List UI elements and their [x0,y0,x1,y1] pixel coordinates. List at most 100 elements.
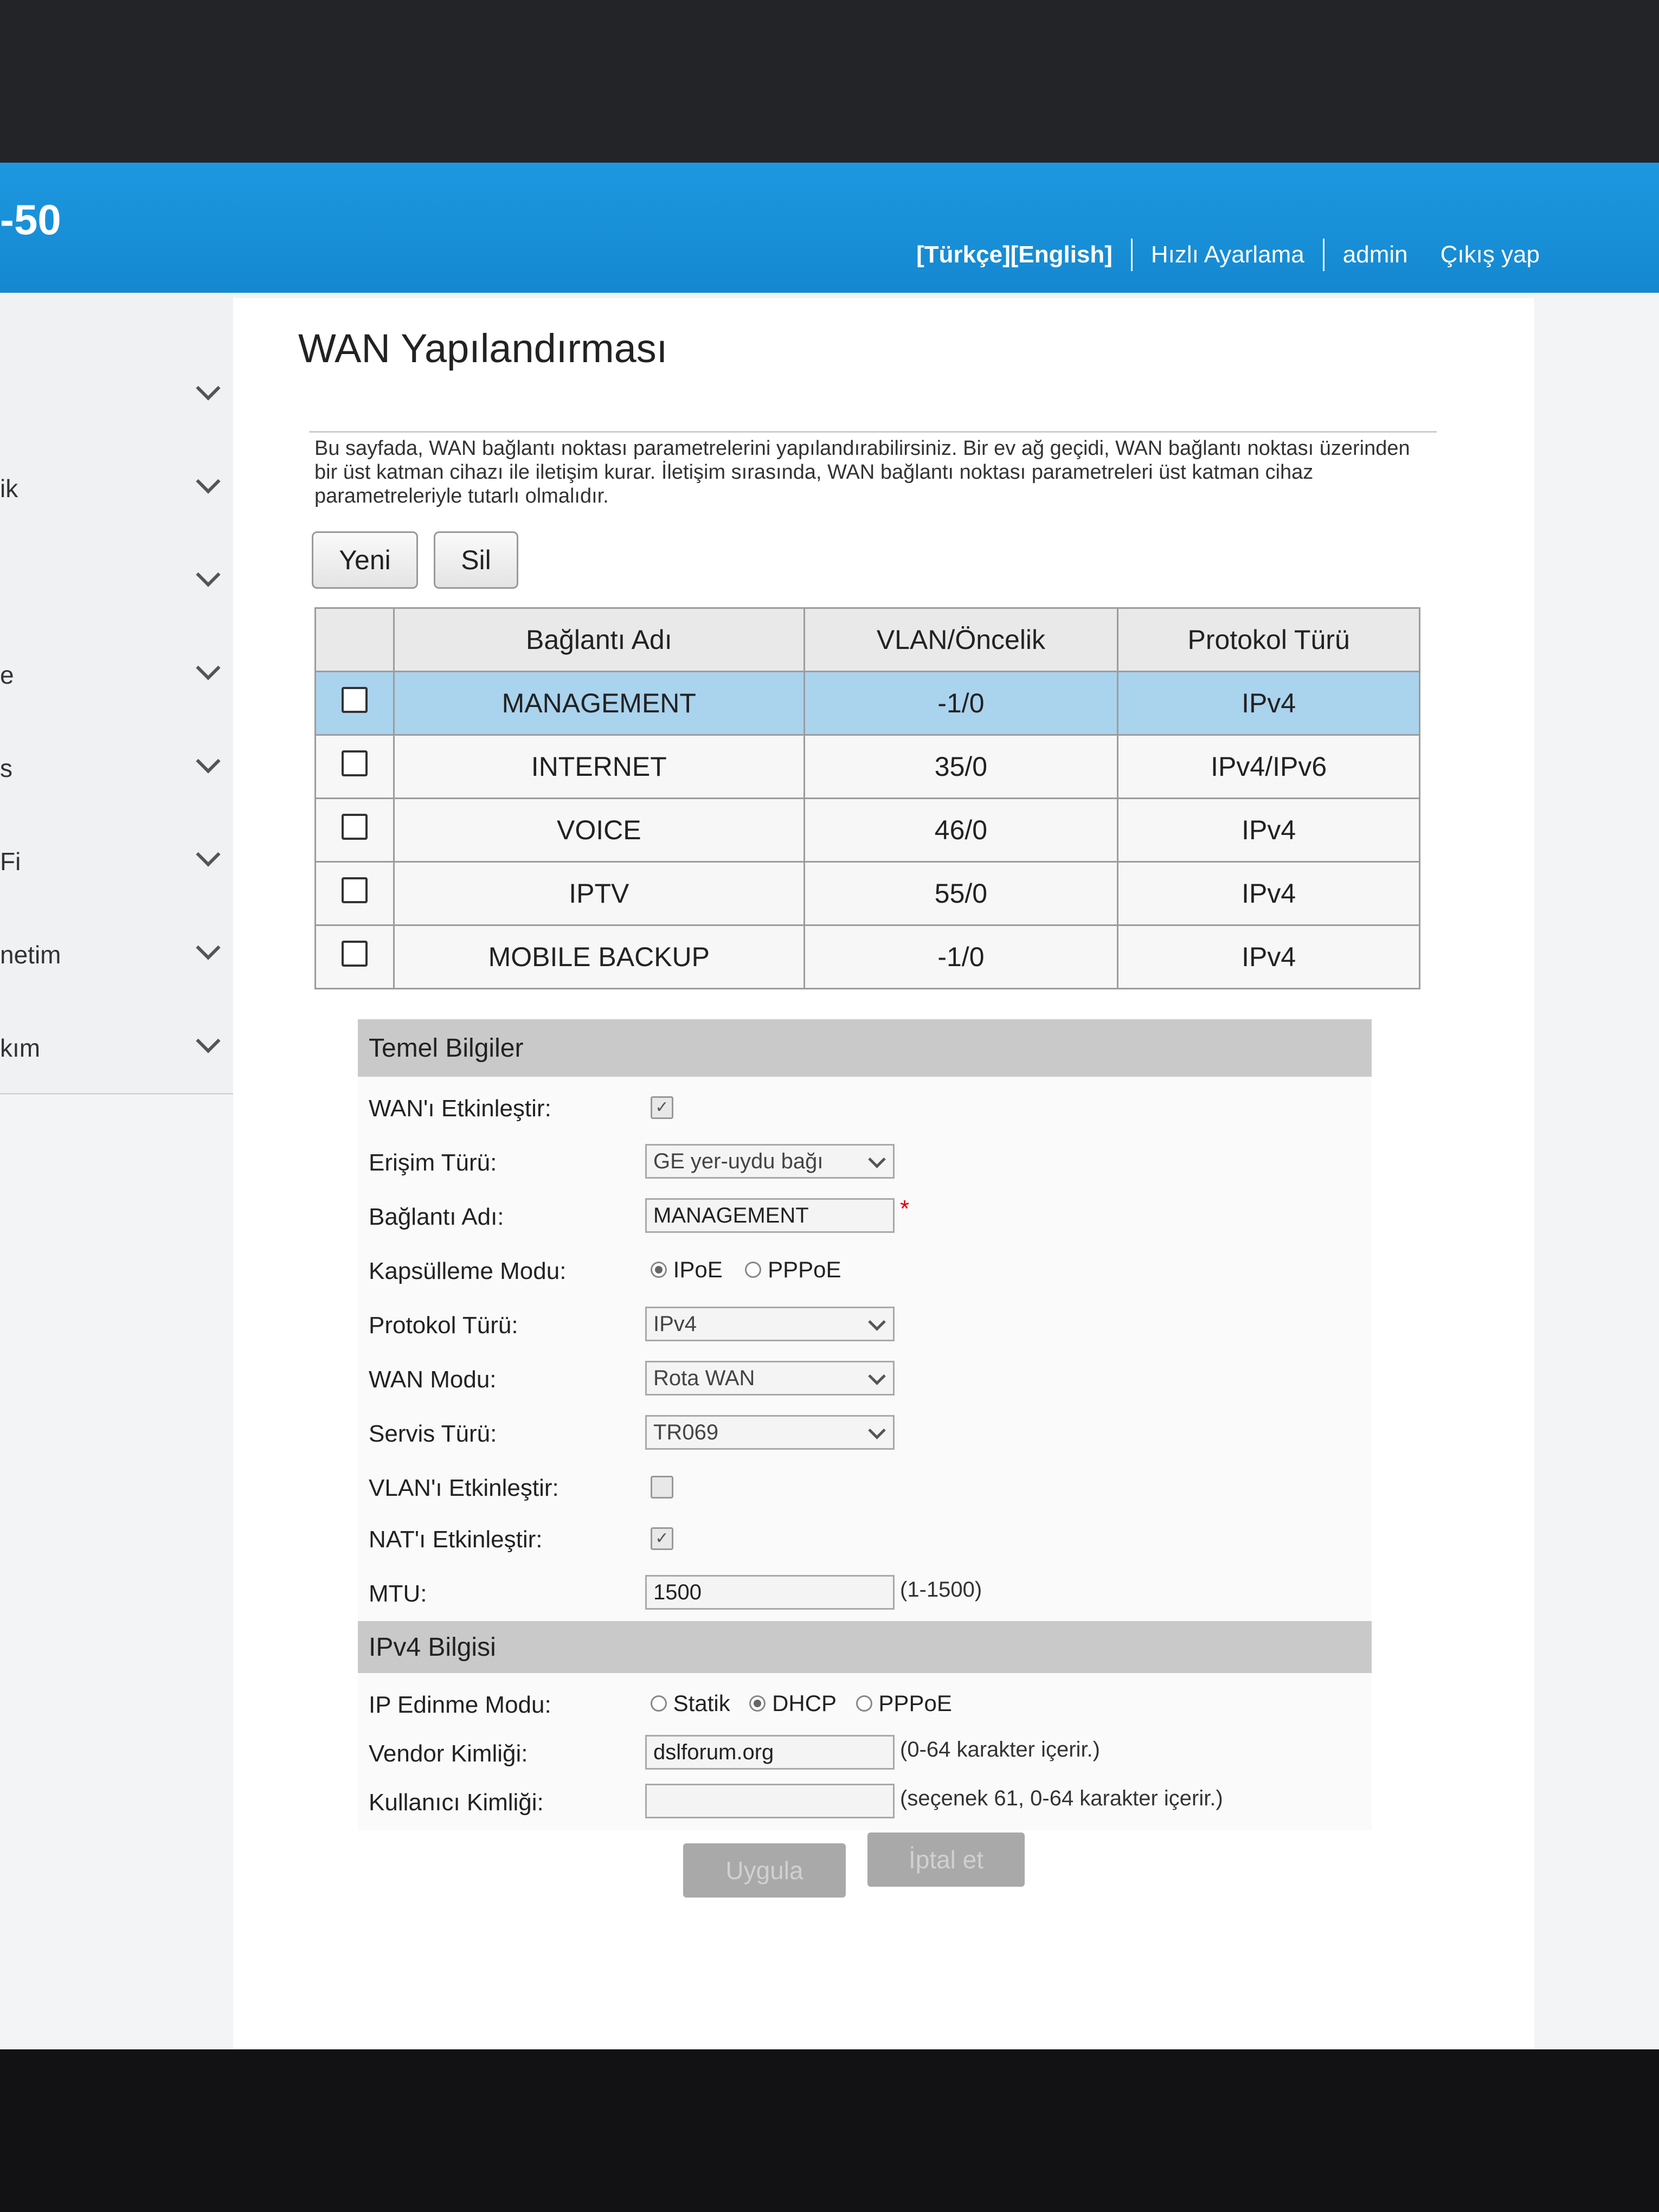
chevron-down-icon [196,842,221,867]
user-name-label: admin [1342,241,1408,268]
user-id-hint: (seçenek 61, 0-64 karakter içerir.) [900,1786,1223,1810]
ipv4-info-section-header: IPv4 Bilgisi [358,1621,1372,1673]
service-type-select[interactable]: TR069 [645,1415,895,1450]
protocol-type-cell: IPv4 [1117,861,1420,926]
page-description: Bu sayfada, WAN bağlantı noktası paramet… [314,437,1410,507]
mtu-input[interactable]: 1500 [645,1575,895,1610]
ip-static-radio[interactable] [651,1695,667,1712]
wan-mode-select[interactable]: Rota WAN [645,1361,895,1396]
page-title: WAN Yapılandırması [298,326,668,371]
nat-enable-checkbox[interactable]: ✓ [651,1527,673,1550]
encap-pppoe-label: PPPoE [768,1256,841,1282]
language-english-link[interactable]: [English] [1011,241,1113,268]
brand-model-text: -50 [0,196,61,243]
header-divider [1322,239,1324,271]
header-links: [Türkçe] [English] Hızlı Ayarlama admin … [916,239,1540,271]
mtu-range-hint: (1-1500) [900,1578,982,1602]
row-select-checkbox[interactable] [342,814,368,840]
user-id-input[interactable] [645,1784,895,1818]
row-select-checkbox[interactable] [342,941,368,967]
sidebar-item-2[interactable]: ik [0,440,233,535]
language-turkish-link[interactable]: [Türkçe] [916,241,1011,268]
service-type-label: Servis Türü: [369,1420,497,1447]
row-select-checkbox[interactable] [342,877,368,903]
row-select-checkbox[interactable] [342,687,368,713]
delete-connection-button[interactable]: Sil [434,531,518,589]
chevron-down-icon [868,1367,886,1385]
vendor-id-input[interactable]: dslforum.org [645,1735,895,1770]
encapsulation-mode-group: IPoE PPPoE [651,1255,841,1283]
sidebar-item-8[interactable]: kım [0,1000,233,1095]
sidebar-item-4[interactable]: e [0,627,233,722]
ip-pppoe-label: PPPoE [878,1690,952,1716]
title-divider [309,431,1437,433]
table-row[interactable]: MANAGEMENT -1/0 IPv4 [314,671,1420,736]
chevron-down-icon [196,1028,221,1053]
apply-button[interactable]: Uygula [683,1843,846,1898]
access-type-label: Erişim Türü: [369,1149,497,1176]
new-connection-button[interactable]: Yeni [312,531,418,589]
connection-name-label: Bağlantı Adı: [369,1204,504,1230]
encap-pppoe-radio[interactable] [745,1261,762,1278]
ip-static-label: Statik [673,1690,730,1716]
wan-enable-checkbox[interactable]: ✓ [651,1096,673,1119]
vlan-enable-checkbox[interactable] [651,1476,673,1499]
encap-ipoe-label: IPoE [673,1256,723,1282]
logout-link[interactable]: Çıkış yap [1441,241,1540,268]
sidebar-item-6[interactable]: Fi [0,813,233,908]
wan-mode-label: WAN Modu: [369,1366,497,1393]
sidebar-item-1[interactable] [0,347,233,442]
access-type-value: GE yer-uydu bağı [653,1149,824,1173]
chevron-down-icon [196,562,221,587]
sidebar-item-label: e [0,661,14,689]
table-row[interactable]: INTERNET 35/0 IPv4/IPv6 [314,734,1420,799]
sidebar-item-7[interactable]: netim [0,906,233,1001]
encap-ipoe-radio[interactable] [651,1261,667,1278]
chevron-down-icon [196,376,221,401]
ip-dhcp-radio[interactable] [749,1695,766,1712]
protocol-type-cell: IPv4/IPv6 [1117,734,1420,799]
column-header-protocol-type: Protokol Türü [1117,607,1420,672]
connection-name-cell: IPTV [393,861,805,926]
encapsulation-mode-label: Kapsülleme Modu: [369,1258,567,1284]
column-header-connection-name: Bağlantı Adı [393,607,805,672]
protocol-type-select[interactable]: IPv4 [645,1307,895,1341]
top-header-bar: -50 [Türkçe] [English] Hızlı Ayarlama ad… [0,163,1659,293]
chevron-down-icon [196,749,221,774]
ip-pppoe-radio[interactable] [856,1695,872,1712]
header-divider [1130,239,1133,271]
vendor-id-label: Vendor Kimliği: [369,1740,528,1767]
connection-name-cell: INTERNET [393,734,805,799]
vlan-enable-label: VLAN'ı Etkinleştir: [369,1475,559,1501]
column-header-vlan-priority: VLAN/Öncelik [803,607,1119,672]
chevron-down-icon [868,1150,886,1168]
connection-name-input[interactable]: MANAGEMENT [645,1198,895,1233]
chevron-down-icon [868,1422,886,1439]
vlan-priority-cell: 46/0 [803,798,1119,863]
monitor-bezel-top [0,0,1659,163]
vlan-priority-cell: 35/0 [803,734,1119,799]
connection-name-cell: MANAGEMENT [393,671,805,736]
table-row[interactable]: VOICE 46/0 IPv4 [314,798,1420,863]
select-column-header [314,607,395,672]
wan-config-form: Temel Bilgiler WAN'ı Etkinleştir: ✓ Eriş… [358,1019,1372,1832]
cancel-button[interactable]: İptal et [867,1832,1025,1887]
ip-dhcp-label: DHCP [772,1690,837,1716]
wan-enable-label: WAN'ı Etkinleştir: [369,1095,551,1122]
wan-connections-table: Bağlantı Adı VLAN/Öncelik Protokol Türü … [314,607,1420,989]
ip-mode-label: IP Edinme Modu: [369,1692,551,1718]
ip-mode-group: Statik DHCP PPPoE [651,1689,952,1716]
table-row[interactable]: IPTV 55/0 IPv4 [314,861,1420,926]
sidebar-item-label: ik [0,474,18,503]
access-type-select[interactable]: GE yer-uydu bağı [645,1144,895,1179]
protocol-type-cell: IPv4 [1117,671,1420,736]
sidebar-item-3[interactable] [0,533,233,628]
wan-mode-value: Rota WAN [653,1366,755,1390]
service-type-value: TR069 [653,1420,719,1444]
table-row[interactable]: MOBILE BACKUP -1/0 IPv4 [314,924,1420,989]
sidebar-item-label: kım [0,1034,41,1062]
sidebar-item-5[interactable]: s [0,720,233,815]
sidebar-item-top[interactable] [0,293,233,349]
row-select-checkbox[interactable] [342,750,368,776]
quick-setup-link[interactable]: Hızlı Ayarlama [1151,241,1304,268]
